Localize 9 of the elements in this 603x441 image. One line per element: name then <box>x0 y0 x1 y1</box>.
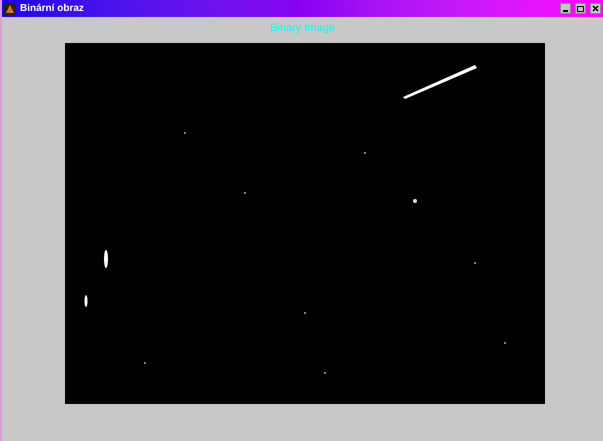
maximize-icon <box>577 6 584 12</box>
close-icon <box>592 5 599 12</box>
figure-title: Binary Image <box>270 23 335 36</box>
maximize-button[interactable] <box>575 3 586 14</box>
window-title: Binární obraz <box>20 4 84 14</box>
app-icon <box>4 2 16 14</box>
minimize-button[interactable] <box>560 3 571 14</box>
close-button[interactable] <box>590 3 601 14</box>
minimize-icon <box>563 10 568 12</box>
